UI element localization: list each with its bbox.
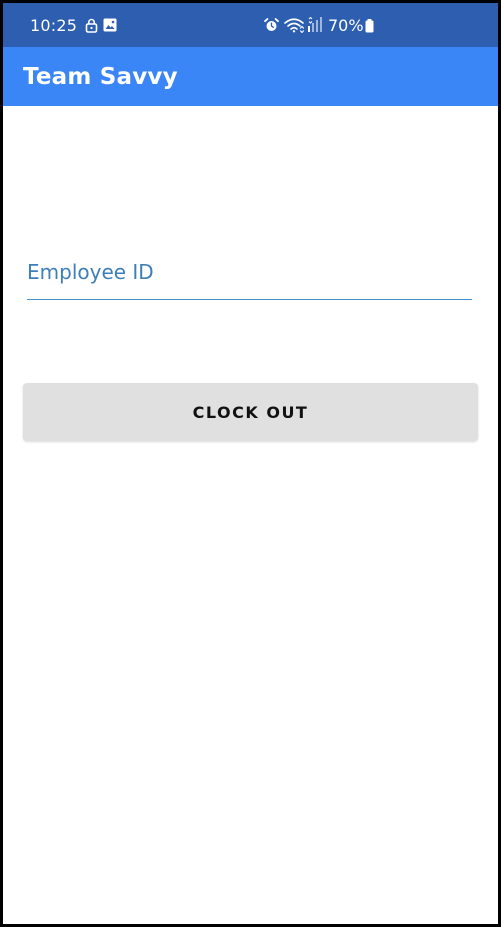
battery-percent: 70% [328,16,364,35]
employee-id-field [27,253,472,300]
phone-screen: 10:25 70% Team Savvy Employee ID CLOCK O… [0,0,501,927]
clock-out-button[interactable]: CLOCK OUT [23,383,478,441]
alarm-icon [264,18,279,31]
battery-icon [365,19,374,33]
wifi-icon [284,18,305,33]
employee-id-input[interactable] [27,253,472,291]
status-time: 10:25 [30,16,78,35]
signal-icon [308,17,322,32]
lock-icon [85,18,98,33]
image-icon [103,18,117,32]
status-bar: 10:25 70% [3,3,498,47]
app-bar: Team Savvy [3,47,498,106]
app-title: Team Savvy [23,64,178,90]
